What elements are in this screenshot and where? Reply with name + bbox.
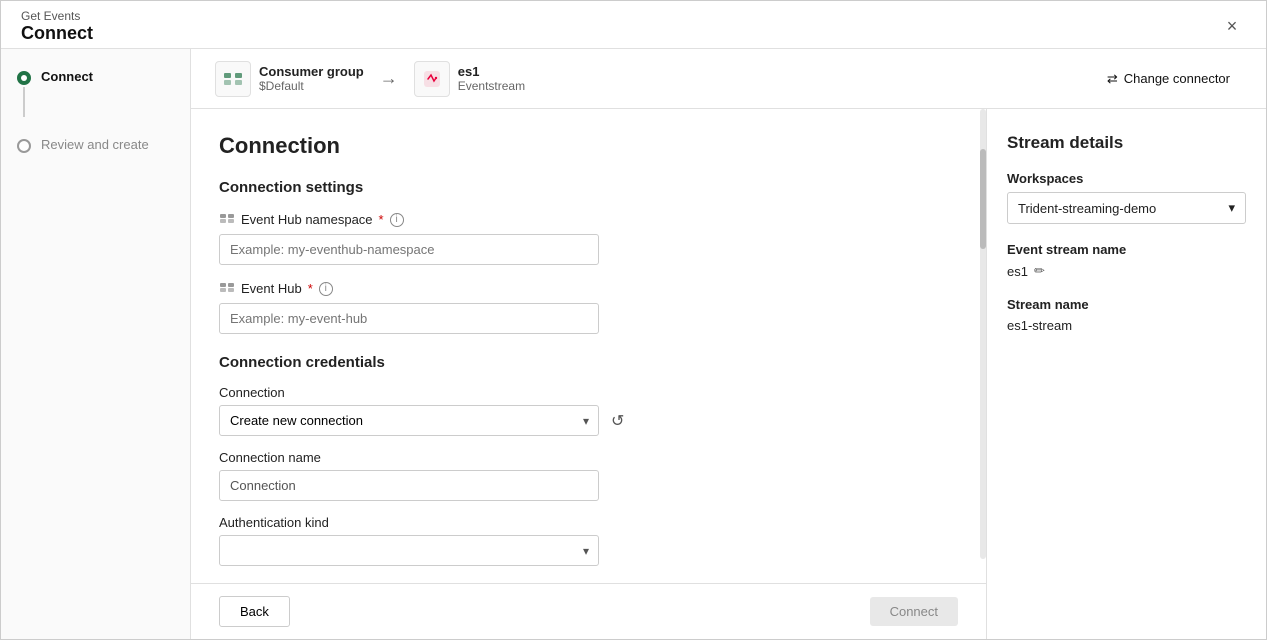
connector-target-text: es1 Eventstream [458,64,525,93]
step-indicator-connect [17,71,31,117]
connection-credentials-section: Connection credentials Connection Create… [219,354,958,566]
scrollbar-track [980,109,986,559]
workspace-value: Trident-streaming-demo [1018,201,1156,216]
step-label-review: Review and create [41,137,149,152]
event-hub-namespace-label: Event Hub namespace [241,212,373,227]
connector-source-text: Consumer group $Default [259,64,364,93]
connection-label: Connection [219,385,285,400]
stream-details-title: Stream details [1007,133,1246,153]
scrollbar-thumb[interactable] [980,149,986,249]
event-hub-input[interactable] [219,303,599,334]
step-indicator-review [17,139,31,153]
stream-name-group: Stream name es1-stream [1007,297,1246,333]
workspace-chevron-icon: ▾ [1228,200,1235,216]
event-stream-value: es1 [1007,264,1028,279]
connect-button[interactable]: Connect [870,597,958,626]
workspaces-group: Workspaces Trident-streaming-demo ▾ [1007,171,1246,224]
connection-settings-title: Connection settings [219,179,958,196]
connection-refresh-button[interactable]: ↺ [607,407,628,435]
connection-row: Create new connection ▾ ↺ [219,405,958,436]
auth-kind-group: Authentication kind ▾ [219,515,958,566]
form-content: Connection Connection settings [191,109,1266,639]
refresh-icon: ↺ [611,413,624,430]
connector-target-sub: Eventstream [458,79,525,93]
connector-bar: Consumer group $Default → [191,49,1266,109]
stream-name-value: es1-stream [1007,318,1246,333]
connector-source-name: Consumer group [259,64,364,79]
event-stream-name-label: Event stream name [1007,242,1246,257]
change-connector-label: Change connector [1124,71,1230,86]
connection-name-label-row: Connection name [219,450,958,465]
event-stream-row: es1 ✏ [1007,263,1246,279]
workspace-select[interactable]: Trident-streaming-demo ▾ [1007,192,1246,224]
eventstream-icon [414,61,450,97]
auth-kind-label: Authentication kind [219,515,329,530]
sidebar-step-connect[interactable]: Connect [17,69,174,117]
auth-kind-select[interactable] [219,535,599,566]
event-hub-namespace-group: Event Hub namespace * i [219,210,958,265]
auth-kind-label-row: Authentication kind [219,515,958,530]
workspaces-label: Workspaces [1007,171,1246,186]
event-hub-label-row: Event Hub * i [219,279,958,298]
main-layout: Connect Review and create [1,49,1266,639]
connection-label-row: Connection [219,385,958,400]
connection-name-label: Connection name [219,450,321,465]
change-connector-button[interactable]: ⇄ Change connector [1095,65,1242,93]
sidebar-step-review[interactable]: Review and create [17,137,174,153]
dialog-title-group: Get Events Connect [21,9,93,44]
connection-name-input[interactable] [219,470,599,501]
close-button[interactable]: × [1218,13,1246,41]
form-title: Connection [219,133,958,159]
event-hub-namespace-label-row: Event Hub namespace * i [219,210,958,229]
connection-group: Connection Create new connection ▾ [219,385,958,436]
form-footer: Back Connect [191,583,986,639]
top-bar: Get Events Connect × [1,1,1266,49]
event-hub-namespace-input[interactable] [219,234,599,265]
form-main: Connection Connection settings [191,109,986,639]
event-hub-icon [219,279,235,298]
auth-kind-select-wrapper: ▾ [219,535,599,566]
connector-source-sub: $Default [259,79,364,93]
dialog-title: Connect [21,23,93,44]
sidebar: Connect Review and create [1,49,191,639]
event-hub-namespace-required: * [379,212,384,227]
edit-icon[interactable]: ✏ [1034,263,1045,279]
event-stream-name-group: Event stream name es1 ✏ [1007,242,1246,279]
event-hub-info[interactable]: i [319,282,333,296]
stream-details-panel: Stream details Workspaces Trident-stream… [986,109,1266,639]
connection-select-wrapper: Create new connection ▾ [219,405,599,436]
step-dot-connect [17,71,31,85]
step-dot-review [17,139,31,153]
connection-name-group: Connection name [219,450,958,501]
consumer-group-icon [215,61,251,97]
connector-info: Consumer group $Default → [215,61,525,97]
event-hub-required: * [308,281,313,296]
dialog-subtitle: Get Events [21,9,93,23]
event-hub-group: Event Hub * i [219,279,958,334]
stream-name-label: Stream name [1007,297,1246,312]
event-hub-namespace-icon [219,210,235,229]
connector-target-name: es1 [458,64,525,79]
connection-credentials-title: Connection credentials [219,354,958,371]
back-button[interactable]: Back [219,596,290,627]
change-connector-icon: ⇄ [1107,71,1118,87]
event-hub-label: Event Hub [241,281,302,296]
connector-target: es1 Eventstream [414,61,525,97]
content-area: Consumer group $Default → [191,49,1266,639]
step-label-connect: Connect [41,69,93,84]
connection-select[interactable]: Create new connection [219,405,599,436]
connector-source: Consumer group $Default [215,61,364,97]
step-line [23,87,25,117]
connector-arrow: → [380,68,398,89]
event-hub-namespace-info[interactable]: i [390,213,404,227]
